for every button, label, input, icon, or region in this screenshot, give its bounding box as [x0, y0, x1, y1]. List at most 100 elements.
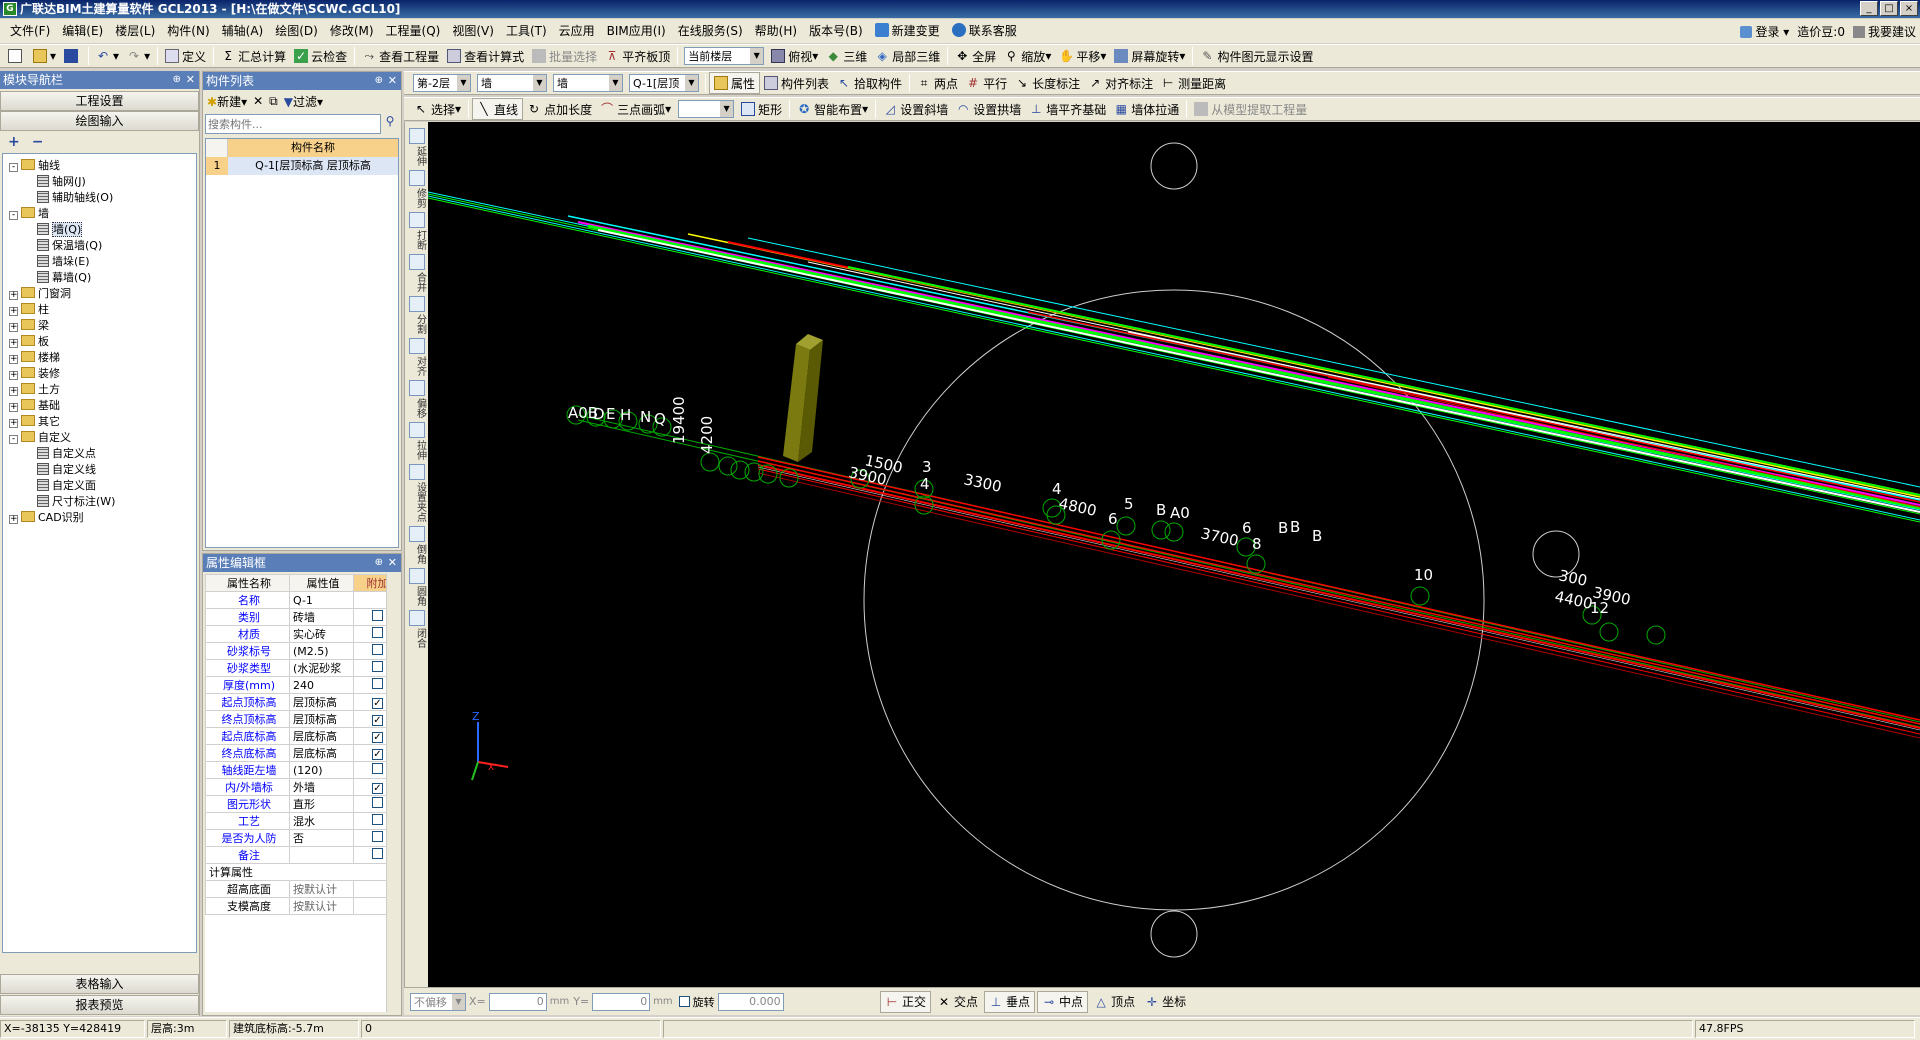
extra-checkbox[interactable]: ✓ — [372, 731, 383, 743]
property-row[interactable]: 终点底标高 层底标高 ✓ — [205, 744, 399, 762]
coordinate-snap-button[interactable]: ✛ 坐标 — [1141, 991, 1190, 1013]
cost-beans[interactable]: 造价豆:0 — [1797, 23, 1845, 40]
tree-node[interactable]: 自定义面 — [9, 478, 196, 494]
property-value[interactable]: (M2.5) — [289, 642, 354, 660]
tree-node[interactable]: 墙垛(E) — [9, 254, 196, 270]
parallel-button[interactable]: # 平行 — [962, 72, 1011, 94]
tree-node[interactable]: + 基础 — [9, 398, 196, 414]
menu-draw[interactable]: 绘图(D) — [269, 19, 324, 43]
menu-quantity[interactable]: 工程量(Q) — [380, 19, 447, 43]
menu-version[interactable]: 版本号(B) — [803, 19, 869, 43]
property-row[interactable]: 砂浆类型 (水泥砂浆 — [205, 659, 399, 677]
extra-checkbox[interactable] — [372, 814, 383, 825]
save-button[interactable] — [60, 45, 85, 67]
property-scrollbar[interactable] — [386, 574, 399, 1012]
side-tool-icon[interactable] — [408, 212, 425, 228]
menu-aux-axis[interactable]: 辅轴(A) — [216, 19, 270, 43]
side-tool-icon[interactable] — [408, 380, 425, 396]
expand-icon[interactable]: + — [9, 307, 18, 316]
property-row[interactable]: 备注 — [205, 846, 399, 864]
top-view-button[interactable]: 俯视 ▾ — [767, 45, 822, 67]
vertex-snap-button[interactable]: △ 顶点 — [1090, 991, 1139, 1013]
intersection-snap-button[interactable]: ✕ 交点 — [933, 991, 982, 1013]
property-value[interactable]: (水泥砂浆 — [289, 659, 354, 677]
property-row[interactable]: 起点底标高 层底标高 ✓ — [205, 727, 399, 745]
screen-rotate-button[interactable]: 屏幕旋转 ▾ — [1110, 45, 1189, 67]
property-row[interactable]: 厚度(mm) 240 — [205, 676, 399, 694]
wall-align-foundation-button[interactable]: ⊥ 墙平齐基础 — [1025, 98, 1110, 120]
tree-node[interactable]: + 装修 — [9, 366, 196, 382]
tree-node[interactable]: + 柱 — [9, 302, 196, 318]
collapse-icon[interactable]: - — [9, 163, 18, 172]
display-settings-button[interactable]: ✎ 构件图元显示设置 — [1196, 45, 1317, 67]
side-tool-icon[interactable] — [408, 464, 425, 480]
side-tool-label[interactable]: 闭合 — [408, 628, 426, 648]
side-tool-icon[interactable] — [408, 338, 425, 354]
property-value[interactable]: 240 — [289, 676, 354, 694]
extra-checkbox[interactable] — [372, 610, 383, 621]
component-list-button[interactable]: 构件列表 — [760, 72, 833, 94]
menu-cloud[interactable]: 云应用 — [553, 19, 601, 43]
side-tool-icon[interactable] — [408, 170, 425, 186]
tree-node[interactable]: - 自定义 — [9, 430, 196, 446]
collapse-icon[interactable]: - — [9, 211, 18, 220]
tree-node[interactable]: + 梁 — [9, 318, 196, 334]
rotate-angle-input[interactable]: 0.000 — [717, 992, 784, 1011]
property-value[interactable]: 直形 — [289, 795, 354, 813]
rotate-checkbox[interactable] — [678, 996, 690, 1007]
pin-icon[interactable]: ⊕ — [173, 71, 181, 89]
close-icon[interactable]: ✕ — [388, 554, 397, 572]
properties-button[interactable]: 属性 — [709, 72, 761, 94]
side-tool-icon[interactable] — [408, 296, 425, 312]
login-button[interactable]: 登录 ▾ — [1740, 23, 1789, 40]
menu-help[interactable]: 帮助(H) — [749, 19, 803, 43]
side-tool-label[interactable]: 合并 — [408, 272, 426, 292]
side-tool-icon[interactable] — [408, 128, 425, 144]
tree-node[interactable]: - 轴线 — [9, 158, 196, 174]
property-row[interactable]: 终点顶标高 层顶标高 ✓ — [205, 710, 399, 728]
expand-icon[interactable]: + — [9, 355, 18, 364]
measure-button[interactable]: ⊢ 测量距离 — [1157, 72, 1230, 94]
project-settings-button[interactable]: 工程设置 — [0, 91, 199, 111]
y-offset-input[interactable]: 0 — [592, 992, 651, 1011]
property-value[interactable]: 层底标高 — [289, 727, 354, 745]
property-group-row[interactable]: 计算属性 — [205, 863, 399, 881]
copy-icon[interactable]: ⧉ — [269, 94, 278, 109]
cloud-check-button[interactable]: ✓ 云检查 — [290, 45, 351, 67]
tree-node[interactable]: 保温墙(Q) — [9, 238, 196, 254]
open-file-button[interactable]: ▾ — [29, 45, 60, 67]
tree-node[interactable]: + 楼梯 — [9, 350, 196, 366]
menu-tools[interactable]: 工具(T) — [500, 19, 553, 43]
local-3d-button[interactable]: ◈ 局部三维 — [871, 45, 944, 67]
extract-quantity-button[interactable]: 从模型提取工程量 — [1190, 98, 1311, 120]
side-tool-label[interactable]: 设置夹点 — [408, 482, 426, 522]
category-select[interactable]: 墙 ▼ — [477, 74, 547, 92]
extra-checkbox[interactable] — [372, 644, 383, 655]
collapse-all-icon[interactable]: − — [32, 134, 44, 150]
rotate-handle-top[interactable] — [1150, 142, 1198, 190]
property-row[interactable]: 类别 砖墙 — [205, 608, 399, 626]
define-button[interactable]: 定义 — [161, 45, 210, 67]
property-value[interactable]: 外墙 — [289, 778, 354, 796]
slant-wall-button[interactable]: ◿ 设置斜墙 — [879, 98, 952, 120]
view-quantity-button[interactable]: ⤳ 查看工程量 — [358, 45, 443, 67]
property-value[interactable]: 混水 — [289, 812, 354, 830]
pan-button[interactable]: ✋ 平移 ▾ — [1055, 45, 1110, 67]
report-preview-button[interactable]: 报表预览 — [0, 995, 199, 1015]
extra-checkbox[interactable] — [372, 678, 383, 689]
tree-node[interactable]: + 门窗洞 — [9, 286, 196, 302]
tree-node[interactable]: 轴网(J) — [9, 174, 196, 190]
menu-new-change[interactable]: 新建变更 — [869, 19, 946, 43]
property-value[interactable]: 实心砖 — [289, 625, 354, 643]
menu-view[interactable]: 视图(V) — [446, 19, 500, 43]
property-row[interactable]: 材质 实心砖 — [205, 625, 399, 643]
extra-checkbox[interactable]: ✓ — [372, 697, 383, 709]
property-value[interactable] — [289, 846, 354, 864]
property-row[interactable]: 砂浆标号 (M2.5) — [205, 642, 399, 660]
maximize-button[interactable]: □ — [1880, 1, 1898, 16]
extra-checkbox[interactable]: ✓ — [372, 782, 383, 794]
side-tool-label[interactable]: 倒角 — [408, 544, 426, 564]
pin-icon[interactable]: ⊕ — [375, 72, 383, 90]
close-icon[interactable]: ✕ — [388, 72, 397, 90]
property-value[interactable]: 层底标高 — [289, 744, 354, 762]
